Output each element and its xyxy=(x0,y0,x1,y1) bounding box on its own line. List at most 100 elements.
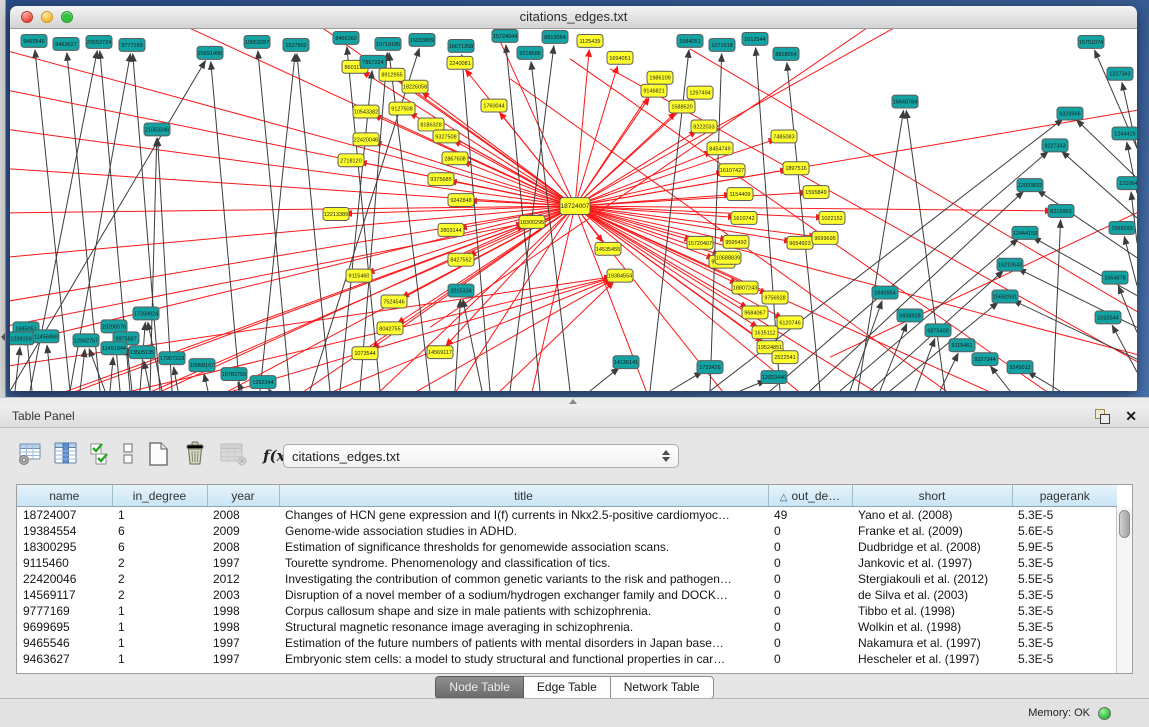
column-header-outde[interactable]: △out_de… xyxy=(768,485,852,507)
table-cell[interactable]: Dudbridge et al. (2008) xyxy=(852,539,1012,555)
table-cell[interactable]: 2008 xyxy=(207,539,279,555)
table-cell[interactable]: 5.3E-5 xyxy=(1012,555,1117,571)
close-panel-icon[interactable]: ✕ xyxy=(1125,409,1137,423)
table-row[interactable]: 977716911998Corpus callosum shape and si… xyxy=(17,603,1117,619)
table-cell[interactable]: Yano et al. (2008) xyxy=(852,507,1012,524)
table-cell[interactable]: 14569117 xyxy=(17,587,112,603)
table-vertical-scrollbar[interactable] xyxy=(1116,507,1132,673)
table-cell[interactable]: 6 xyxy=(112,539,207,555)
table-cell[interactable]: 5.3E-5 xyxy=(1012,587,1117,603)
table-cell[interactable]: 9115460 xyxy=(17,555,112,571)
table-cell[interactable]: 5.3E-5 xyxy=(1012,635,1117,651)
table-cell[interactable]: 9463627 xyxy=(17,651,112,667)
table-row[interactable]: 911546021997Tourette syndrome. Phenomeno… xyxy=(17,555,1117,571)
table-cell[interactable]: Franke et al. (2009) xyxy=(852,523,1012,539)
table-cell[interactable]: 1997 xyxy=(207,651,279,667)
minimize-window-button[interactable] xyxy=(41,11,53,23)
table-cell[interactable]: 5.5E-5 xyxy=(1012,571,1117,587)
table-cell[interactable]: 1998 xyxy=(207,619,279,635)
network-window-titlebar[interactable]: citations_edges.txt xyxy=(10,6,1137,29)
table-cell[interactable]: 9465546 xyxy=(17,635,112,651)
table-cell[interactable]: Nakamura et al. (1997) xyxy=(852,635,1012,651)
table-settings-button[interactable] xyxy=(16,440,43,472)
table-row[interactable]: 1938455462009Genome-wide association stu… xyxy=(17,523,1117,539)
table-row[interactable]: 969969511998Structural magnetic resonanc… xyxy=(17,619,1117,635)
close-window-button[interactable] xyxy=(21,11,33,23)
tab-edge-table[interactable]: Edge Table xyxy=(524,676,611,699)
table-cell[interactable]: 2003 xyxy=(207,587,279,603)
table-cell[interactable]: 1998 xyxy=(207,603,279,619)
table-cell[interactable]: Investigating the contribution of common… xyxy=(279,571,768,587)
table-cell[interactable]: Genome-wide association studies in ADHD. xyxy=(279,523,768,539)
table-cell[interactable]: Estimation of the future numbers of pati… xyxy=(279,635,768,651)
table-cell[interactable]: Hescheler et al. (1997) xyxy=(852,651,1012,667)
column-header-short[interactable]: short xyxy=(852,485,1012,507)
table-cell[interactable]: 2 xyxy=(112,555,207,571)
table-cell[interactable]: 0 xyxy=(768,603,852,619)
table-cell[interactable]: Stergiakouli et al. (2012) xyxy=(852,571,1012,587)
table-cell[interactable]: 1 xyxy=(112,651,207,667)
table-row[interactable]: 946554611997Estimation of the future num… xyxy=(17,635,1117,651)
table-cell[interactable]: Estimation of significance thresholds fo… xyxy=(279,539,768,555)
table-cell[interactable]: 9699695 xyxy=(17,619,112,635)
table-cell[interactable]: 18300295 xyxy=(17,539,112,555)
table-cell[interactable]: 5.6E-5 xyxy=(1012,523,1117,539)
delete-table-button[interactable] xyxy=(218,440,248,472)
table-cell[interactable]: 0 xyxy=(768,539,852,555)
table-cell[interactable]: 2 xyxy=(112,587,207,603)
left-panel-splitter[interactable] xyxy=(0,0,6,397)
table-cell[interactable]: 1 xyxy=(112,603,207,619)
create-new-column-button[interactable] xyxy=(144,440,172,473)
table-cell[interactable]: 0 xyxy=(768,619,852,635)
table-cell[interactable]: Tibbo et al. (1998) xyxy=(852,603,1012,619)
table-cell[interactable]: 18724007 xyxy=(17,507,112,524)
table-cell[interactable]: 5.3E-5 xyxy=(1012,651,1117,667)
table-cell[interactable]: 0 xyxy=(768,635,852,651)
table-cell[interactable]: 1997 xyxy=(207,635,279,651)
table-cell[interactable]: Wolkin et al. (1998) xyxy=(852,619,1012,635)
column-header-pagerank[interactable]: pagerank xyxy=(1012,485,1117,507)
collapse-left-panel-icon[interactable] xyxy=(1,333,5,341)
table-cell[interactable]: 5.9E-5 xyxy=(1012,539,1117,555)
column-header-year[interactable]: year xyxy=(207,485,279,507)
table-cell[interactable]: Structural magnetic resonance image aver… xyxy=(279,619,768,635)
network-canvas[interactable]: 1872400786011288912955182260589127508105… xyxy=(10,29,1137,391)
table-cell[interactable]: 5.3E-5 xyxy=(1012,603,1117,619)
tab-node-table[interactable]: Node Table xyxy=(435,676,524,699)
table-cell[interactable]: 1 xyxy=(112,619,207,635)
column-header-title[interactable]: title xyxy=(279,485,768,507)
table-cell[interactable]: 49 xyxy=(768,507,852,524)
table-row[interactable]: 1872400712008Changes of HCN gene express… xyxy=(17,507,1117,524)
table-selector-dropdown[interactable]: citations_edges.txt xyxy=(283,444,679,468)
table-cell[interactable]: 0 xyxy=(768,651,852,667)
zoom-window-button[interactable] xyxy=(61,11,73,23)
tab-network-table[interactable]: Network Table xyxy=(611,676,714,699)
table-cell[interactable]: 5.3E-5 xyxy=(1012,619,1117,635)
column-header-indegree[interactable]: in_degree xyxy=(112,485,207,507)
table-cell[interactable]: Jankovic et al. (1997) xyxy=(852,555,1012,571)
table-cell[interactable]: 5.3E-5 xyxy=(1012,507,1117,524)
table-cell[interactable]: 2012 xyxy=(207,571,279,587)
table-cell[interactable]: Tourette syndrome. Phenomenology and cla… xyxy=(279,555,768,571)
table-cell[interactable]: Changes of HCN gene expression and I(f) … xyxy=(279,507,768,524)
table-cell[interactable]: 22420046 xyxy=(17,571,112,587)
unselect-all-columns-button[interactable] xyxy=(121,440,135,472)
table-cell[interactable]: 1997 xyxy=(207,555,279,571)
table-cell[interactable]: 1 xyxy=(112,635,207,651)
table-cell[interactable]: 1 xyxy=(112,507,207,524)
table-cell[interactable]: 2008 xyxy=(207,507,279,524)
table-cell[interactable]: de Silva et al. (2003) xyxy=(852,587,1012,603)
table-cell[interactable]: 0 xyxy=(768,587,852,603)
select-all-columns-button[interactable] xyxy=(88,440,112,472)
table-cell[interactable]: 0 xyxy=(768,523,852,539)
table-cell[interactable]: Corpus callosum shape and size in male p… xyxy=(279,603,768,619)
table-row[interactable]: 1456911722003Disruption of a novel membe… xyxy=(17,587,1117,603)
table-cell[interactable]: 2009 xyxy=(207,523,279,539)
column-header-name[interactable]: name xyxy=(17,485,112,507)
table-cell[interactable]: 6 xyxy=(112,523,207,539)
scrollbar-thumb[interactable] xyxy=(1119,510,1130,538)
table-row[interactable]: 946362711997Embryonic stem cells: a mode… xyxy=(17,651,1117,667)
memory-status-indicator[interactable] xyxy=(1098,707,1111,720)
table-cell[interactable]: Embryonic stem cells: a model to study s… xyxy=(279,651,768,667)
table-row[interactable]: 2242004622012Investigating the contribut… xyxy=(17,571,1117,587)
